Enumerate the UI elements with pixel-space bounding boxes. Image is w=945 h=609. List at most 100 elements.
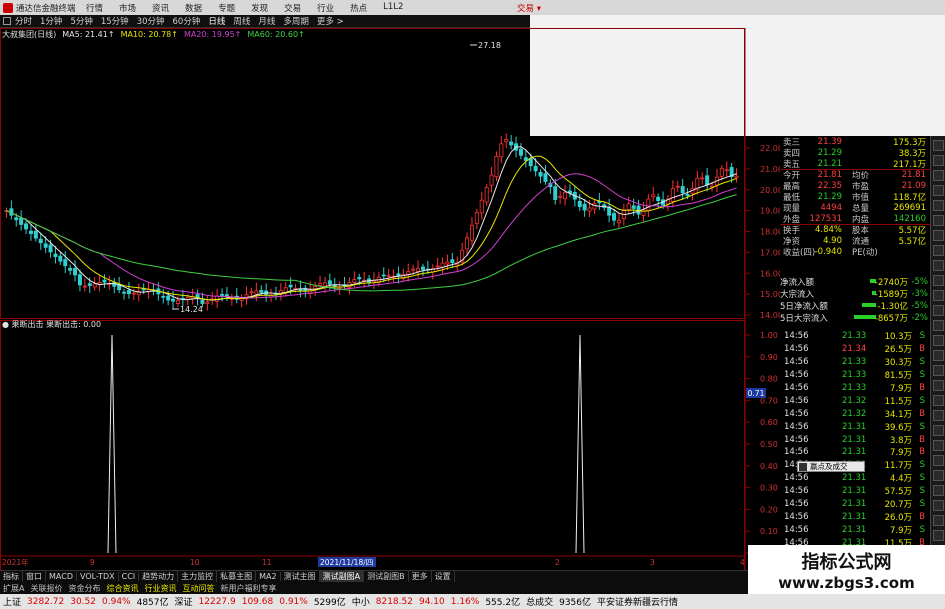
period-tab[interactable]: 1分钟	[40, 15, 62, 27]
side-tool-icon[interactable]	[933, 440, 944, 451]
indicator-spike	[107, 334, 117, 554]
side-tool-icon[interactable]	[933, 260, 944, 271]
tabbar-item[interactable]: 新用户福利专享	[217, 583, 279, 594]
side-tool-icon[interactable]	[933, 470, 944, 481]
toolbar-item[interactable]: 更多	[409, 571, 432, 582]
tabbar-item[interactable]: 行业资讯	[141, 583, 179, 594]
tabbar-item[interactable]: 互动问答	[179, 583, 217, 594]
menu-item[interactable]: 热点	[350, 2, 367, 14]
toolbar-item[interactable]: 指标	[0, 571, 23, 582]
period-tab[interactable]: 分时	[15, 15, 32, 27]
chart-area[interactable]: 22.0021.0020.0019.0018.0017.0016.0015.00…	[0, 28, 780, 578]
period-tab[interactable]: 月线	[258, 15, 275, 27]
toolbar-item[interactable]: MA2	[256, 572, 281, 581]
main-menu: 行情 市场 资讯 数据 专题 发现 交易 行业 热点 L1L2	[86, 2, 419, 14]
ma-line	[6, 155, 737, 301]
period-tab[interactable]: 5分钟	[70, 15, 92, 27]
menu-item[interactable]: 交易	[284, 2, 301, 14]
period-tab[interactable]: 多周期	[283, 15, 309, 27]
menu-item[interactable]: L1L2	[383, 2, 403, 14]
tabbar-item[interactable]: 资金分布	[65, 583, 103, 594]
toolbar-item[interactable]: 测试副图A	[319, 571, 365, 582]
period-tab[interactable]: 周线	[233, 15, 250, 27]
candle-body	[357, 277, 362, 280]
toolbar-item[interactable]: MACD	[46, 572, 77, 581]
toolbar-item[interactable]: CCI	[119, 572, 140, 581]
period-tab[interactable]: 15分钟	[101, 15, 129, 27]
candle-body	[205, 301, 210, 304]
side-tool-icon[interactable]	[933, 185, 944, 196]
menu-item[interactable]: 市场	[119, 2, 136, 14]
menu-item[interactable]: 行情	[86, 2, 103, 14]
side-tool-icon[interactable]	[933, 170, 944, 181]
period-tab[interactable]: 30分钟	[137, 15, 165, 27]
tick-time: 14:56	[784, 447, 809, 458]
quote-value: 217.1万	[893, 159, 926, 170]
side-tool-icon[interactable]	[933, 365, 944, 376]
close-icon[interactable]	[799, 462, 807, 471]
period-tab[interactable]: 60分钟	[173, 15, 201, 27]
side-tool-icon[interactable]	[933, 320, 944, 331]
side-tool-icon[interactable]	[933, 500, 944, 511]
side-tool-icon[interactable]	[933, 395, 944, 406]
period-tab[interactable]: 日线	[208, 15, 225, 27]
quote-value: 21.09	[901, 180, 926, 191]
side-tool-icon[interactable]	[933, 305, 944, 316]
side-tool-icon[interactable]	[933, 290, 944, 301]
side-tool-icon[interactable]	[933, 335, 944, 346]
toolbar-item[interactable]: 窗口	[23, 571, 46, 582]
menu-item[interactable]: 资讯	[152, 2, 169, 14]
side-tool-icon[interactable]	[933, 425, 944, 436]
toolbar-item[interactable]: 测试主图	[281, 571, 320, 582]
side-tool-icon[interactable]	[933, 380, 944, 391]
side-tool-icon[interactable]	[933, 200, 944, 211]
side-tool-icon[interactable]	[933, 485, 944, 496]
news-ticker[interactable]: 平安证券新疆云行情	[597, 595, 678, 608]
toolbar-item[interactable]: VOL-TDX	[77, 572, 119, 581]
toolbar-item[interactable]: 私募主图	[217, 571, 257, 582]
sh-percent: 0.94%	[102, 596, 131, 607]
trade-menu-button[interactable]: 交易 ▾	[517, 2, 541, 14]
side-tool-icon[interactable]	[933, 455, 944, 466]
kline-chart[interactable]: 22.0021.0020.0019.0018.0017.0016.0015.00…	[0, 28, 780, 578]
menu-item[interactable]: 发现	[251, 2, 268, 14]
tick-volume: 81.5万	[884, 371, 912, 382]
side-tool-icon[interactable]	[933, 215, 944, 226]
period-tab[interactable]: 更多 >	[317, 15, 344, 27]
tick-volume: 3.8万	[889, 435, 912, 446]
toolbar-item[interactable]: 主力监控	[178, 571, 218, 582]
toolbar-item[interactable]: 趋势动力	[139, 571, 179, 582]
tabbar-item[interactable]: 综合资讯	[103, 583, 141, 594]
menu-item[interactable]: 数据	[185, 2, 202, 14]
quote-value: 269691	[893, 202, 926, 213]
popup-tooltip[interactable]: 赢点及成交	[797, 461, 865, 472]
candle-body	[166, 295, 171, 301]
candle-body	[474, 212, 479, 224]
side-tool-icon[interactable]	[933, 410, 944, 421]
side-tool-icon[interactable]	[933, 230, 944, 241]
side-tool-icon[interactable]	[933, 275, 944, 286]
side-tool-icon[interactable]	[933, 515, 944, 526]
side-tool-icon[interactable]	[933, 140, 944, 151]
side-toolbar	[930, 136, 945, 577]
menu-item[interactable]: 行业	[317, 2, 334, 14]
toolbar-item[interactable]: 设置	[432, 571, 455, 582]
side-tool-icon[interactable]	[933, 530, 944, 541]
candle-body	[518, 148, 523, 156]
menu-item[interactable]: 专题	[218, 2, 235, 14]
side-tool-icon[interactable]	[933, 350, 944, 361]
side-tool-icon[interactable]	[933, 155, 944, 166]
tick-volume: 39.6万	[884, 422, 912, 433]
side-tool-icon[interactable]	[933, 245, 944, 256]
tick-direction: S	[919, 473, 925, 484]
sz-change: 109.68	[241, 596, 274, 607]
tabbar-item[interactable]: 扩展A	[0, 583, 27, 594]
tick-volume: 26.0万	[884, 512, 912, 523]
tick-direction: B	[919, 447, 925, 458]
tick-price: 21.33	[842, 357, 867, 368]
tabbar-item[interactable]: 关联报价	[27, 583, 65, 594]
toolbar-item[interactable]: 测试副图B	[364, 571, 409, 582]
tick-time: 14:56	[784, 473, 809, 484]
price-axis-label: 18.00	[760, 228, 780, 237]
window-toggle-icon[interactable]	[3, 17, 11, 25]
